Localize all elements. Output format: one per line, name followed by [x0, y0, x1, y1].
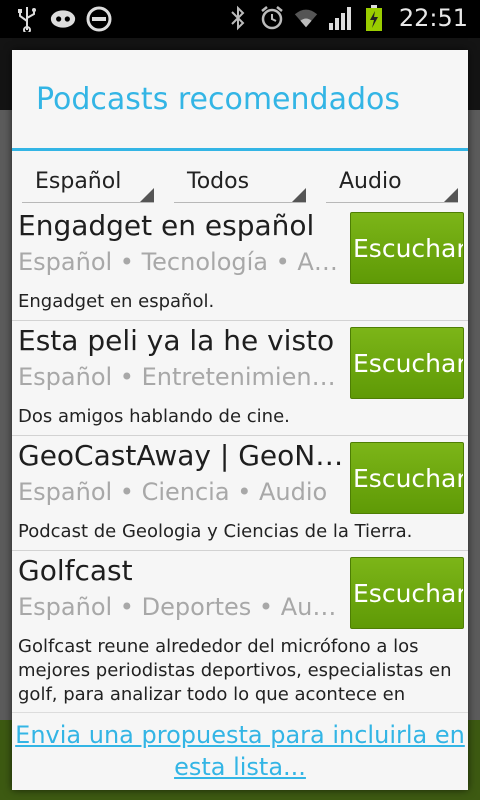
alarm-icon — [259, 5, 285, 31]
format-spinner[interactable]: Audio — [326, 165, 458, 203]
list-item[interactable]: Esta peli ya la he visto Español • Entre… — [12, 321, 468, 436]
podcast-meta: Español • Deportes • Audio — [18, 593, 344, 621]
podcast-title: GeoCastAway | GeoNáutica — [18, 439, 344, 472]
podcast-title: Engadget en español — [18, 209, 315, 242]
clock: 22:51 — [398, 4, 468, 32]
submit-proposal-link[interactable]: Envia una propuesta para incluirla en es… — [12, 713, 468, 783]
podcast-meta: Español • Entretenimiento • Audio — [18, 363, 344, 391]
voicemail-icon — [50, 6, 76, 32]
battery-charging-icon — [361, 5, 387, 31]
list-item[interactable]: Engadget en español Español • Tecnología… — [12, 206, 468, 321]
language-spinner[interactable]: Español — [22, 165, 154, 203]
list-item[interactable]: GeoCastAway | GeoNáutica Español • Cienc… — [12, 436, 468, 551]
status-bar: 22:51 — [0, 0, 480, 38]
filter-bar: Español Todos Audio — [12, 151, 468, 207]
podcast-description: Engadget en español. — [18, 291, 215, 312]
dropdown-triangle-icon — [444, 188, 458, 202]
wifi-icon — [293, 5, 319, 31]
dropdown-triangle-icon — [292, 188, 306, 202]
usb-icon — [14, 6, 40, 32]
podcast-description: Dos amigos hablando de cine. — [18, 406, 290, 427]
do-not-disturb-icon — [86, 6, 112, 32]
list-item[interactable]: Golfcast Español • Deportes • Audio Golf… — [12, 551, 468, 711]
dialog-title: Podcasts recomendados — [36, 81, 400, 117]
recommended-podcasts-dialog: Podcasts recomendados Español Todos Audi… — [12, 50, 468, 790]
podcast-description: Golfcast reune alrededor del micrófono a… — [18, 636, 452, 705]
dropdown-triangle-icon — [140, 188, 154, 202]
category-spinner[interactable]: Todos — [174, 165, 306, 203]
signal-icon — [327, 5, 353, 31]
listen-button[interactable]: Escuchar — [350, 212, 464, 284]
dialog-footer: Envia una propuesta para incluirla en es… — [12, 712, 468, 790]
format-spinner-value: Audio — [339, 169, 402, 194]
podcast-list[interactable]: Engadget en español Español • Tecnología… — [12, 206, 468, 712]
bluetooth-icon — [225, 5, 251, 31]
podcast-description: Podcast de Geologia y Ciencias de la Tie… — [18, 521, 413, 542]
category-spinner-value: Todos — [187, 169, 250, 194]
listen-button[interactable]: Escuchar — [350, 442, 464, 514]
language-spinner-value: Español — [35, 169, 122, 194]
podcast-meta: Español • Tecnología • Audio — [18, 248, 344, 276]
podcast-meta: Español • Ciencia • Audio — [18, 478, 328, 506]
podcast-title: Esta peli ya la he visto — [18, 324, 335, 357]
podcast-title: Golfcast — [18, 554, 133, 587]
listen-button[interactable]: Escuchar — [350, 557, 464, 629]
listen-button[interactable]: Escuchar — [350, 327, 464, 399]
